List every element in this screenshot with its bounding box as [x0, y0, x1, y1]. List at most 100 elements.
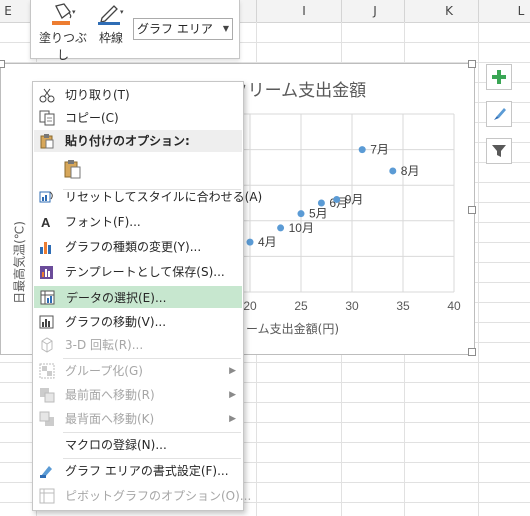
- select-data-icon: [40, 290, 55, 305]
- data-label: 8月: [401, 164, 420, 178]
- menu-item-format-chart-area[interactable]: グラフ エリアの書式設定(F)...: [34, 460, 242, 482]
- x-tick-label: 35: [396, 299, 410, 313]
- chart-elements-icon: [492, 70, 506, 84]
- menu-label: 3-D 回転(R)...: [65, 338, 144, 352]
- menu-item-bring-to-front[interactable]: 最前面へ移動(R) ▶: [34, 384, 242, 406]
- format-chart-area-icon: [40, 466, 52, 478]
- menu-item-group[interactable]: グループ化(G) ▶: [34, 360, 242, 382]
- menu-item-select-data[interactable]: データの選択(E)...: [34, 286, 242, 308]
- fill-button[interactable]: ▾ 塗りつぶし: [37, 2, 89, 63]
- menu-label: 最背面へ移動(K): [65, 412, 155, 426]
- column-separator: [478, 0, 479, 22]
- menu-label: グラフの移動(V)...: [65, 315, 167, 329]
- menu-label: フォント(F)...: [65, 215, 141, 229]
- chart-element-dropdown[interactable]: グラフ エリア ▼: [133, 18, 233, 40]
- data-point: [358, 146, 366, 154]
- save-template-icon: [40, 266, 53, 279]
- paste-options-heading: 貼り付けのオプション:: [34, 130, 242, 152]
- menu-label: 最前面へ移動(R): [65, 388, 155, 402]
- menu-label: グラフの種類の変更(Y)...: [65, 240, 202, 254]
- reset-style-icon: [39, 191, 53, 203]
- data-label: 4月: [258, 235, 277, 249]
- data-point: [277, 224, 285, 232]
- menu-label: テンプレートとして保存(S)...: [65, 265, 225, 279]
- column-header-e[interactable]: E: [0, 4, 18, 18]
- bring-front-icon: [40, 388, 55, 403]
- data-label: 10月: [289, 221, 314, 235]
- menu-label: リセットしてスタイルに合わせる(A): [65, 190, 263, 204]
- resize-handle[interactable]: [468, 206, 476, 214]
- menu-item-move-chart[interactable]: グラフの移動(V)...: [34, 311, 242, 333]
- resize-handle[interactable]: [468, 348, 476, 356]
- column-header-l[interactable]: L: [511, 4, 530, 18]
- data-label: 5月: [309, 207, 328, 221]
- scissors-icon: [39, 88, 55, 103]
- resize-handle[interactable]: [0, 60, 5, 68]
- submenu-arrow-icon: ▶: [229, 414, 236, 424]
- x-tick-label: 25: [294, 299, 308, 313]
- column-header-j[interactable]: J: [365, 4, 385, 18]
- pivot-options-icon: [39, 488, 55, 504]
- menu-item-save-template[interactable]: テンプレートとして保存(S)...: [34, 261, 242, 283]
- menu-item-change-chart-type[interactable]: グラフの種類の変更(Y)...: [34, 236, 242, 258]
- menu-item-reset-style[interactable]: リセットしてスタイルに合わせる(A): [34, 186, 262, 208]
- move-chart-icon: [39, 315, 54, 329]
- menu-item-assign-macro[interactable]: マクロの登録(N)...: [34, 434, 242, 456]
- x-tick-label: 30: [345, 299, 359, 313]
- menu-item-3d-rotation[interactable]: 3-D 回転(R)...: [34, 334, 242, 356]
- send-back-icon: [39, 411, 54, 426]
- column-separator: [341, 0, 342, 22]
- chevron-down-icon: ▼: [222, 24, 229, 33]
- x-tick-label: 20: [243, 299, 257, 313]
- chart-filters-button[interactable]: [486, 138, 512, 164]
- outline-label: 枠線: [98, 31, 123, 45]
- chart-filters-icon: [492, 145, 506, 157]
- copy-icon: [39, 110, 55, 126]
- data-point: [297, 210, 305, 218]
- column-header-i[interactable]: I: [294, 4, 314, 18]
- submenu-arrow-icon: ▶: [229, 390, 236, 400]
- column-separator: [256, 0, 257, 22]
- menu-item-font[interactable]: A フォント(F)...: [34, 211, 242, 233]
- fill-label: 塗りつぶし: [38, 31, 88, 62]
- menu-label: コピー(C): [65, 111, 119, 125]
- chart-styles-button[interactable]: [486, 101, 512, 127]
- data-point: [333, 195, 341, 203]
- data-label: 9月: [345, 192, 364, 206]
- paste-icon: [64, 160, 81, 179]
- chart-elements-button[interactable]: [486, 64, 512, 90]
- data-point: [317, 199, 325, 207]
- menu-label: マクロの登録(N)...: [65, 438, 167, 452]
- mini-toolbar: ▾ 塗りつぶし ▾ 枠線 グラフ エリア ▼: [30, 0, 240, 62]
- context-menu: 切り取り(T) コピー(C) 貼り付けのオプション: リセットしてスタイルに合わ…: [32, 81, 262, 511]
- chart-styles-icon: [494, 108, 506, 120]
- chart-type-icon: [40, 242, 51, 254]
- data-point: [389, 167, 397, 175]
- paint-bucket-icon: ▾: [52, 3, 76, 25]
- column-header-k[interactable]: K: [439, 4, 459, 18]
- chart-element-value: グラフ エリア: [137, 22, 213, 36]
- font-icon: A: [41, 215, 51, 230]
- svg-text:▾: ▾: [120, 8, 124, 16]
- rotate-3d-icon: [41, 337, 53, 353]
- resize-handle[interactable]: [468, 60, 476, 68]
- menu-label: データの選択(E)...: [66, 291, 167, 305]
- outline-button[interactable]: ▾ 枠線: [93, 2, 129, 46]
- menu-item-cut[interactable]: 切り取り(T): [34, 84, 242, 106]
- menu-item-pivot-chart-options[interactable]: ピボットグラフのオプション(O)...: [34, 485, 251, 507]
- menu-item-copy[interactable]: コピー(C): [34, 107, 242, 129]
- submenu-arrow-icon: ▶: [229, 366, 236, 376]
- group-icon: [39, 363, 55, 379]
- paste-options-icon: [40, 134, 54, 149]
- menu-separator: [63, 358, 241, 359]
- menu-separator: [63, 458, 241, 459]
- menu-label: ピボットグラフのオプション(O)...: [65, 489, 252, 503]
- menu-label: グループ化(G): [65, 364, 143, 378]
- paste-option-button[interactable]: [34, 154, 242, 184]
- column-separator: [404, 0, 405, 22]
- data-point: [246, 238, 254, 246]
- menu-separator: [63, 432, 241, 433]
- pen-outline-icon: ▾: [98, 5, 124, 25]
- menu-label: グラフ エリアの書式設定(F)...: [65, 464, 229, 478]
- menu-item-send-to-back[interactable]: 最背面へ移動(K) ▶: [34, 408, 242, 430]
